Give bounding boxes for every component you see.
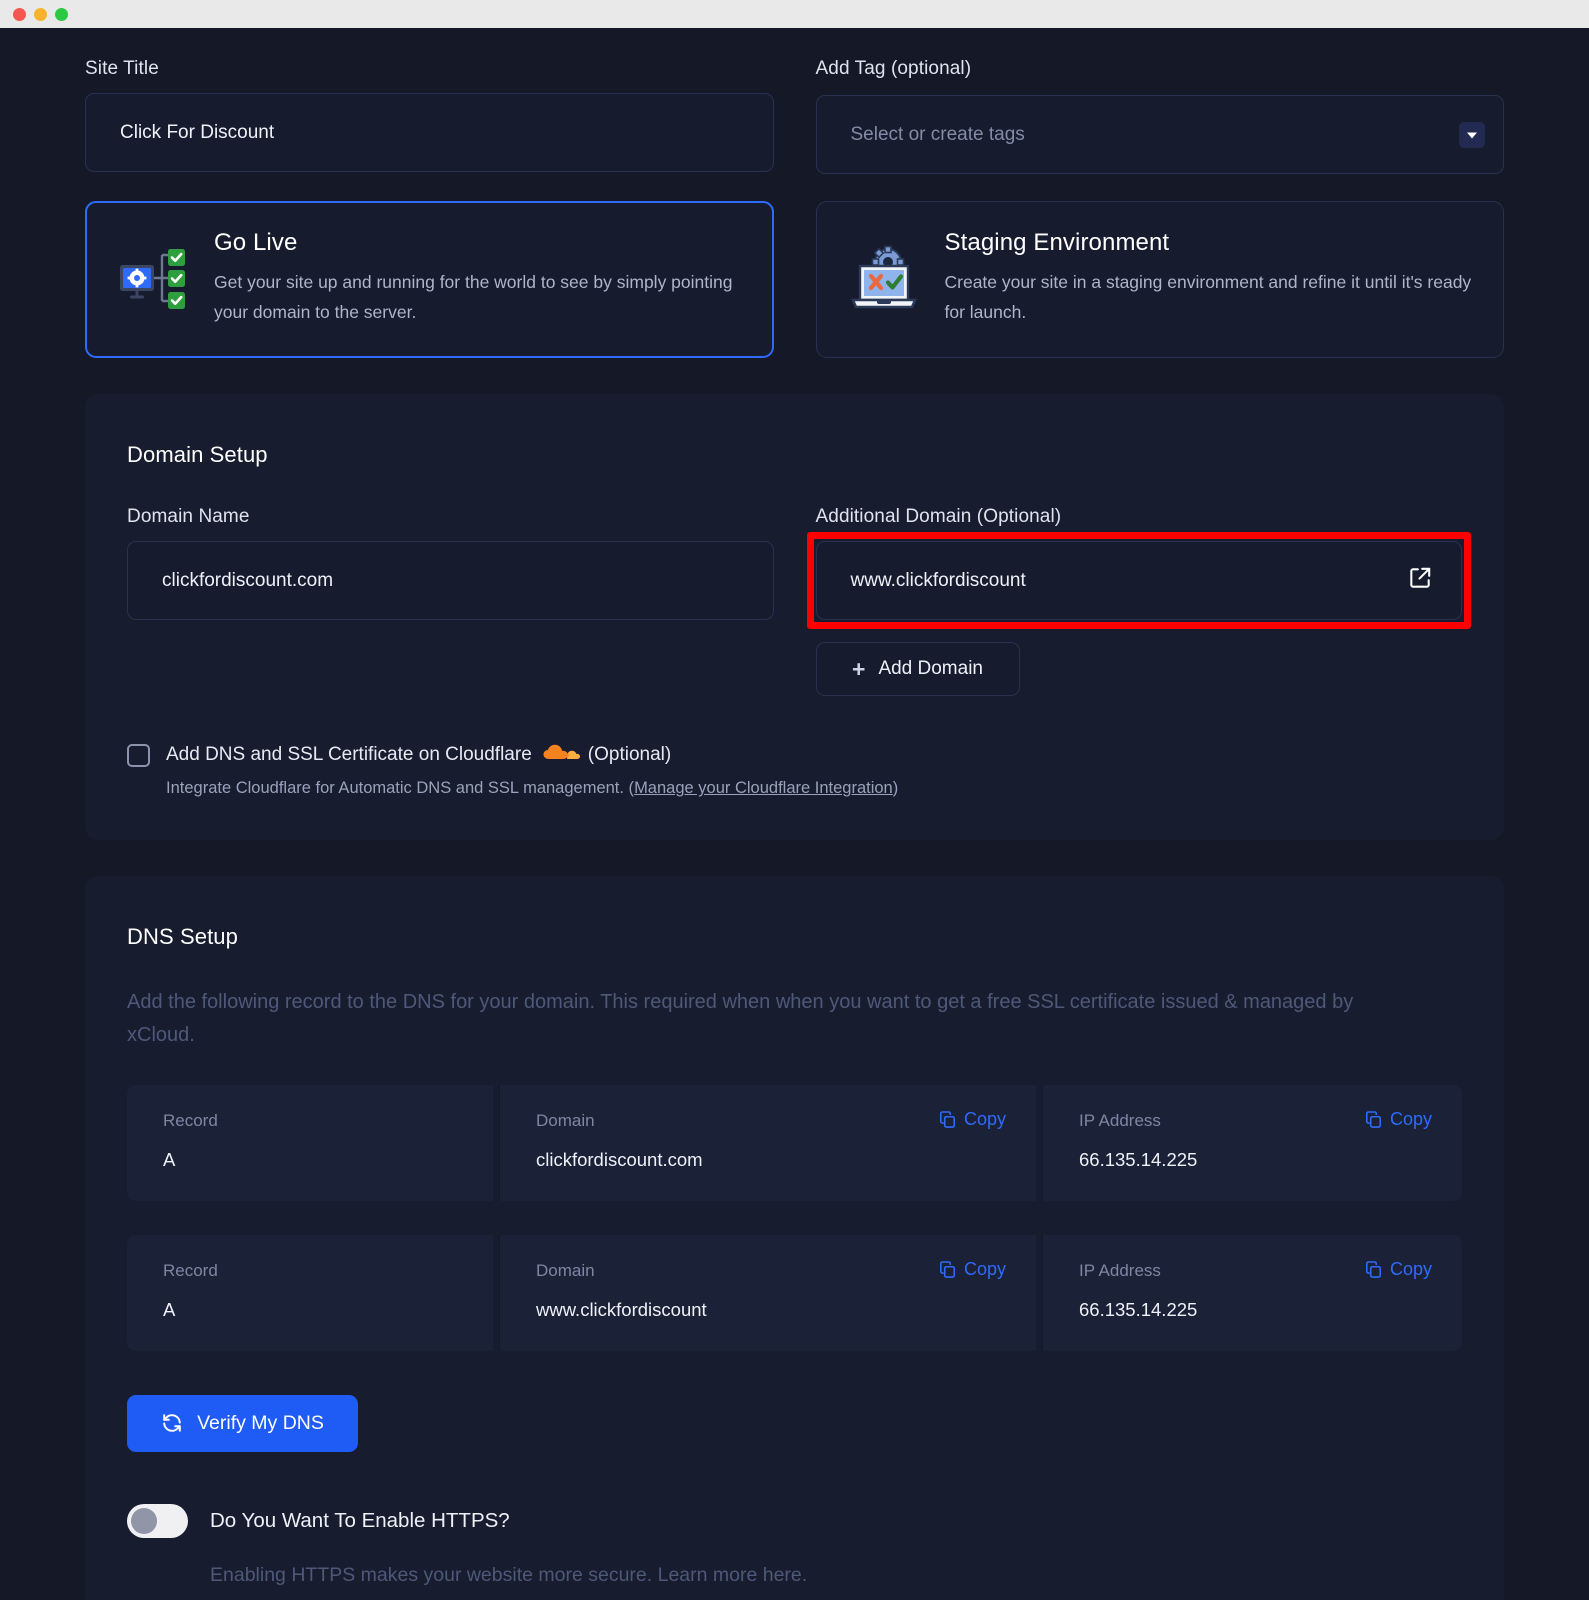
record-column-label: Record xyxy=(163,1111,457,1131)
additional-domain-label: Additional Domain (Optional) xyxy=(816,506,1463,528)
copy-ip-label: Copy xyxy=(1390,1109,1432,1130)
copy-domain-label: Copy xyxy=(964,1259,1006,1280)
dns-domain-cell: Domain www.clickfordiscount Copy xyxy=(499,1235,1036,1351)
enable-https-label: Do You Want To Enable HTTPS? xyxy=(210,1509,510,1533)
dns-ip-cell: IP Address 66.135.14.225 Copy xyxy=(1042,1085,1462,1201)
add-domain-button[interactable]: + Add Domain xyxy=(816,642,1020,696)
cloudflare-sub-suffix: ) xyxy=(893,779,899,797)
minimize-window-button[interactable] xyxy=(34,8,47,21)
external-link-icon[interactable] xyxy=(1407,565,1433,597)
domain-column-label: Domain xyxy=(536,1261,1000,1281)
verify-my-dns-button[interactable]: Verify My DNS xyxy=(127,1395,358,1452)
dns-setup-description: Add the following record to the DNS for … xyxy=(127,986,1397,1051)
copy-ip-label: Copy xyxy=(1390,1259,1432,1280)
record-column-label: Record xyxy=(163,1261,457,1281)
staging-environment-card[interactable]: Staging Environment Create your site in … xyxy=(816,201,1505,358)
cloudflare-label: Add DNS and SSL Certificate on Cloudflar… xyxy=(166,742,671,768)
record-value: A xyxy=(163,1149,457,1171)
add-tag-label: Add Tag (optional) xyxy=(816,58,1505,80)
site-title-label: Site Title xyxy=(85,58,774,80)
go-live-description: Get your site up and running for the wor… xyxy=(214,267,743,327)
dns-setup-title: DNS Setup xyxy=(127,924,1462,950)
cloudflare-checkbox-row[interactable]: Add DNS and SSL Certificate on Cloudflar… xyxy=(127,742,1462,768)
app-window: Site Title Click For Discount Add Tag (o… xyxy=(0,0,1589,1600)
domain-column-label: Domain xyxy=(536,1111,1000,1131)
copy-icon xyxy=(938,1260,957,1279)
add-domain-label: Add Domain xyxy=(878,658,983,680)
cloudflare-sub-prefix: Integrate Cloudflare for Automatic DNS a… xyxy=(166,779,634,797)
copy-domain-button[interactable]: Copy xyxy=(938,1109,1006,1130)
copy-icon xyxy=(1364,1260,1383,1279)
staging-environment-text: Staging Environment Create your site in … xyxy=(945,229,1474,327)
window-titlebar xyxy=(0,0,1589,28)
laptop-gear-icon xyxy=(847,229,921,322)
domain-value: clickfordiscount.com xyxy=(536,1149,1000,1171)
environment-cards: Go Live Get your site up and running for… xyxy=(85,201,1504,358)
domain-name-group: Domain Name clickfordiscount.com xyxy=(127,506,774,696)
close-window-button[interactable] xyxy=(13,8,26,21)
additional-domain-input[interactable]: www.clickfordiscount xyxy=(816,541,1463,620)
manage-cloudflare-integration-link[interactable]: Manage your Cloudflare Integration xyxy=(634,779,893,797)
chevron-down-icon[interactable] xyxy=(1459,122,1485,148)
enable-https-description: Enabling HTTPS makes your website more s… xyxy=(210,1564,1462,1587)
dns-table-row: Record A Domain www.clickfordiscount Cop… xyxy=(127,1235,1462,1351)
dns-setup-panel: DNS Setup Add the following record to th… xyxy=(85,876,1504,1600)
dns-record-cell: Record A xyxy=(127,1235,493,1351)
toggle-knob xyxy=(131,1508,157,1534)
add-tag-group: Add Tag (optional) Select or create tags xyxy=(816,58,1505,174)
ip-value: 66.135.14.225 xyxy=(1079,1149,1426,1171)
plus-icon: + xyxy=(852,658,865,681)
copy-ip-button[interactable]: Copy xyxy=(1364,1259,1432,1280)
go-live-text: Go Live Get your site up and running for… xyxy=(214,229,743,327)
cloudflare-icon xyxy=(540,742,580,768)
domain-setup-title: Domain Setup xyxy=(127,442,1462,468)
copy-domain-label: Copy xyxy=(964,1109,1006,1130)
copy-domain-button[interactable]: Copy xyxy=(938,1259,1006,1280)
copy-ip-button[interactable]: Copy xyxy=(1364,1109,1432,1130)
cloudflare-label-text: Add DNS and SSL Certificate on Cloudflar… xyxy=(166,744,532,766)
dns-table-row: Record A Domain clickfordiscount.com Cop… xyxy=(127,1085,1462,1201)
go-live-card[interactable]: Go Live Get your site up and running for… xyxy=(85,201,774,358)
dns-domain-cell: Domain clickfordiscount.com Copy xyxy=(499,1085,1036,1201)
verify-my-dns-label: Verify My DNS xyxy=(197,1412,324,1435)
add-tag-placeholder: Select or create tags xyxy=(851,124,1025,146)
page-content: Site Title Click For Discount Add Tag (o… xyxy=(0,28,1589,1600)
dns-ip-cell: IP Address 66.135.14.225 Copy xyxy=(1042,1235,1462,1351)
domain-name-input[interactable]: clickfordiscount.com xyxy=(127,541,774,620)
domain-setup-panel: Domain Setup Domain Name clickfordiscoun… xyxy=(85,394,1504,840)
domain-fields-row: Domain Name clickfordiscount.com Additio… xyxy=(127,506,1462,696)
cloudflare-sub-text: Integrate Cloudflare for Automatic DNS a… xyxy=(166,779,1462,798)
dns-record-cell: Record A xyxy=(127,1085,493,1201)
top-fields-row: Site Title Click For Discount Add Tag (o… xyxy=(85,58,1504,174)
site-title-group: Site Title Click For Discount xyxy=(85,58,774,174)
ip-value: 66.135.14.225 xyxy=(1079,1299,1426,1321)
additional-domain-value: www.clickfordiscount xyxy=(851,570,1026,592)
staging-environment-title: Staging Environment xyxy=(945,229,1474,257)
refresh-icon xyxy=(161,1412,183,1434)
domain-name-label: Domain Name xyxy=(127,506,774,528)
go-live-title: Go Live xyxy=(214,229,743,257)
record-value: A xyxy=(163,1299,457,1321)
additional-domain-group: Additional Domain (Optional) www.clickfo… xyxy=(816,506,1463,696)
copy-icon xyxy=(938,1110,957,1129)
staging-environment-description: Create your site in a staging environmen… xyxy=(945,267,1474,327)
monitor-gear-checklist-icon xyxy=(116,229,190,322)
add-tag-input[interactable]: Select or create tags xyxy=(816,95,1505,174)
maximize-window-button[interactable] xyxy=(55,8,68,21)
cloudflare-optional-text: (Optional) xyxy=(588,744,671,766)
domain-value: www.clickfordiscount xyxy=(536,1299,1000,1321)
https-toggle-row: Do You Want To Enable HTTPS? xyxy=(127,1504,1462,1538)
site-title-input[interactable]: Click For Discount xyxy=(85,93,774,172)
copy-icon xyxy=(1364,1110,1383,1129)
cloudflare-checkbox[interactable] xyxy=(127,744,150,767)
additional-domain-highlight: www.clickfordiscount xyxy=(816,541,1463,620)
enable-https-toggle[interactable] xyxy=(127,1504,188,1538)
